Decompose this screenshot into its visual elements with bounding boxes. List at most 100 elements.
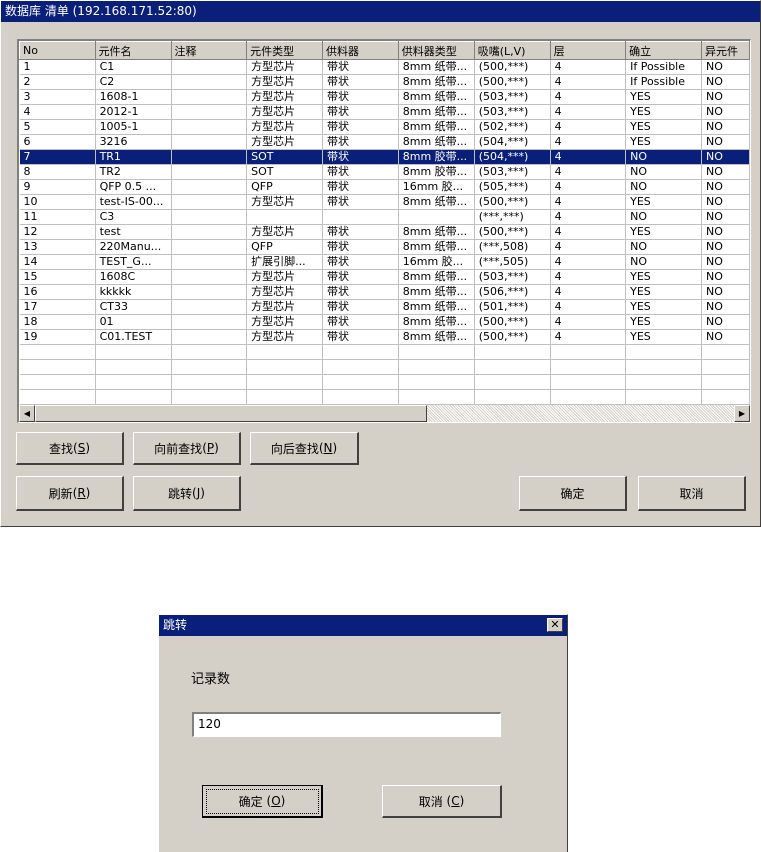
table-cell: 220Manu...	[95, 239, 172, 255]
table-row[interactable]: 14 TEST_G... 扩展引脚... 带状 16mm 胶... (***,505) 4 N…	[19, 254, 750, 270]
table-row[interactable]: 16 kkkkk 方型芯片 带状 8mm 纸带... (506,***) 4 YES NO	[19, 284, 750, 300]
table-cell: NO	[701, 314, 750, 330]
table-row[interactable]: 9 QFP 0.5 ... QFP 带状 16mm 胶... (505,***) 4 NO NO	[19, 179, 750, 195]
table-row[interactable]: 13 220Manu... QFP 带状 8mm 纸带... (***,508) 4 NO NO	[19, 239, 750, 255]
table-cell: test-IS-00...	[95, 194, 172, 210]
table-row[interactable]: 2 C2 方型芯片 带状 8mm 纸带... (500,***) 4 If Possible N…	[19, 74, 750, 90]
table-cell	[171, 104, 248, 120]
table-cell: 1608C	[95, 269, 172, 285]
record-count-input[interactable]: 120	[192, 712, 501, 737]
table-row[interactable]: 5 1005-1 方型芯片 带状 8mm 纸带... (502,***) 4 YES NO	[19, 119, 750, 135]
table-cell: 方型芯片	[246, 59, 324, 75]
table-row[interactable]: 11 C3 (***,***) 4 NO NO	[19, 209, 750, 225]
table-cell: 4	[550, 179, 627, 195]
refresh-button[interactable]: 刷新(R)	[16, 476, 124, 511]
scroll-left-icon[interactable]: ◀	[19, 405, 35, 422]
table-row[interactable]: 8 TR2 SOT 带状 8mm 胶带... (503,***) 4 NO NO	[19, 164, 750, 180]
table-cell: 8mm 纸带...	[398, 299, 475, 315]
table-cell: TEST_G...	[95, 254, 172, 270]
table-cell	[171, 194, 248, 210]
table-cell: NO	[701, 329, 750, 345]
column-header[interactable]: 异元件	[700, 41, 750, 60]
table-cell: 7	[19, 149, 96, 165]
table-cell	[171, 314, 248, 330]
table-cell: YES	[625, 89, 702, 105]
table-cell: 方型芯片	[246, 329, 324, 345]
close-icon[interactable]: ✕	[547, 618, 563, 632]
jump-dialog: 跳转 ✕ 记录数 120 确定 (O) 取消 (C)	[158, 614, 568, 852]
table-cell: 带状	[322, 89, 399, 105]
table-row[interactable]: 12 test 方型芯片 带状 8mm 纸带... (500,***) 4 YES NO	[19, 224, 750, 240]
table-cell: (503,***)	[474, 104, 551, 120]
ok-button[interactable]: 确定	[519, 476, 627, 511]
table-cell: 12	[19, 224, 96, 240]
table-row[interactable]: 7 TR1 SOT 带状 8mm 胶带... (504,***) 4 NO NO	[19, 149, 750, 165]
table-cell: NO	[701, 179, 750, 195]
cancel-button[interactable]: 取消	[638, 476, 746, 511]
table-cell: YES	[625, 299, 702, 315]
table-cell: 方型芯片	[246, 104, 324, 120]
component-list[interactable]: No 元件名 注释 元件类型 供料器 供料器类型 吸嘴(L,V) 层确立 异元件 1 C1 方型芯片…	[17, 39, 751, 423]
dialog-ok-button[interactable]: 确定 (O)	[202, 785, 323, 818]
table-cell: NO	[701, 194, 750, 210]
table-cell: 带状	[322, 59, 399, 75]
scrollbar-thumb[interactable]	[35, 405, 427, 422]
table-cell: 8mm 纸带...	[398, 104, 475, 120]
find-prev-button[interactable]: 向前查找(P)	[133, 432, 241, 465]
table-row[interactable]: 6 3216 方型芯片 带状 8mm 纸带... (504,***) 4 YES NO	[19, 134, 750, 150]
table-cell: CT33	[95, 299, 172, 315]
table-cell: 4	[550, 119, 627, 135]
table-cell: 方型芯片	[246, 314, 324, 330]
find-next-button[interactable]: 向后查找(N)	[250, 432, 359, 465]
table-cell: 8mm 纸带...	[398, 134, 475, 150]
table-cell	[171, 284, 248, 300]
table-cell: YES	[625, 194, 702, 210]
table-row[interactable]: 10 test-IS-00... 方型芯片 带状 8mm 纸带... (500,***) 4…	[19, 194, 750, 210]
table-cell: YES	[625, 119, 702, 135]
table-cell: If Possible	[625, 74, 702, 90]
scroll-right-icon[interactable]: ▶	[734, 405, 750, 422]
table-cell: NO	[701, 209, 750, 225]
table-cell: 8mm 纸带...	[398, 314, 475, 330]
column-header[interactable]: 供料器	[322, 41, 399, 60]
table-cell: 带状	[322, 164, 399, 180]
table-cell	[171, 89, 248, 105]
column-header[interactable]: 元件类型	[246, 41, 324, 60]
table-cell: (506,***)	[474, 284, 551, 300]
table-row[interactable]: 18 01 方型芯片 带状 8mm 纸带... (500,***) 4 YES NO	[19, 314, 750, 330]
table-row[interactable]: 1 C1 方型芯片 带状 8mm 纸带... (500,***) 4 If Possible N…	[19, 59, 750, 75]
table-cell: YES	[625, 269, 702, 285]
table-row[interactable]: 19 C01.TEST 方型芯片 带状 8mm 纸带... (500,***) 4 YES NO	[19, 329, 750, 345]
column-header[interactable]: 注释	[170, 41, 248, 60]
table-cell	[171, 134, 248, 150]
column-header[interactable]: 确立	[625, 41, 702, 60]
table-row[interactable]: 15 1608C 方型芯片 带状 8mm 纸带... (503,***) 4 YES NO	[19, 269, 750, 285]
table-cell: 4	[550, 149, 627, 165]
record-count-value: 120	[198, 717, 221, 731]
table-cell: (***,508)	[474, 239, 551, 255]
table-row[interactable]: 3 1608-1 方型芯片 带状 8mm 纸带... (503,***) 4 YES NO	[19, 89, 750, 105]
column-header[interactable]: 供料器类型	[397, 41, 475, 60]
column-header[interactable]: 层	[549, 41, 627, 60]
table-cell: NO	[625, 239, 702, 255]
table-cell: 方型芯片	[246, 119, 324, 135]
table-cell: (504,***)	[474, 134, 551, 150]
table-cell: 4	[550, 74, 627, 90]
table-cell	[171, 269, 248, 285]
table-cell: NO	[625, 164, 702, 180]
horizontal-scrollbar[interactable]: ◀ ▶	[19, 405, 750, 422]
table-cell: 带状	[322, 314, 399, 330]
dialog-cancel-button[interactable]: 取消 (C)	[382, 785, 502, 818]
table-cell: NO	[625, 209, 702, 225]
column-header[interactable]: 元件名	[94, 41, 172, 60]
column-header[interactable]: No	[19, 41, 96, 60]
table-cell	[398, 209, 475, 225]
table-row[interactable]: 17 CT33 方型芯片 带状 8mm 纸带... (501,***) 4 YES NO	[19, 299, 750, 315]
table-cell: 方型芯片	[246, 194, 324, 210]
jump-button[interactable]: 跳转(J)	[133, 476, 241, 511]
find-button[interactable]: 查找(S)	[16, 432, 124, 465]
table-cell: 8mm 纸带...	[398, 284, 475, 300]
table-cell: (505,***)	[474, 179, 551, 195]
table-row[interactable]: 4 2012-1 方型芯片 带状 8mm 纸带... (503,***) 4 YES NO	[19, 104, 750, 120]
column-header[interactable]: 吸嘴(L,V)	[473, 41, 551, 60]
